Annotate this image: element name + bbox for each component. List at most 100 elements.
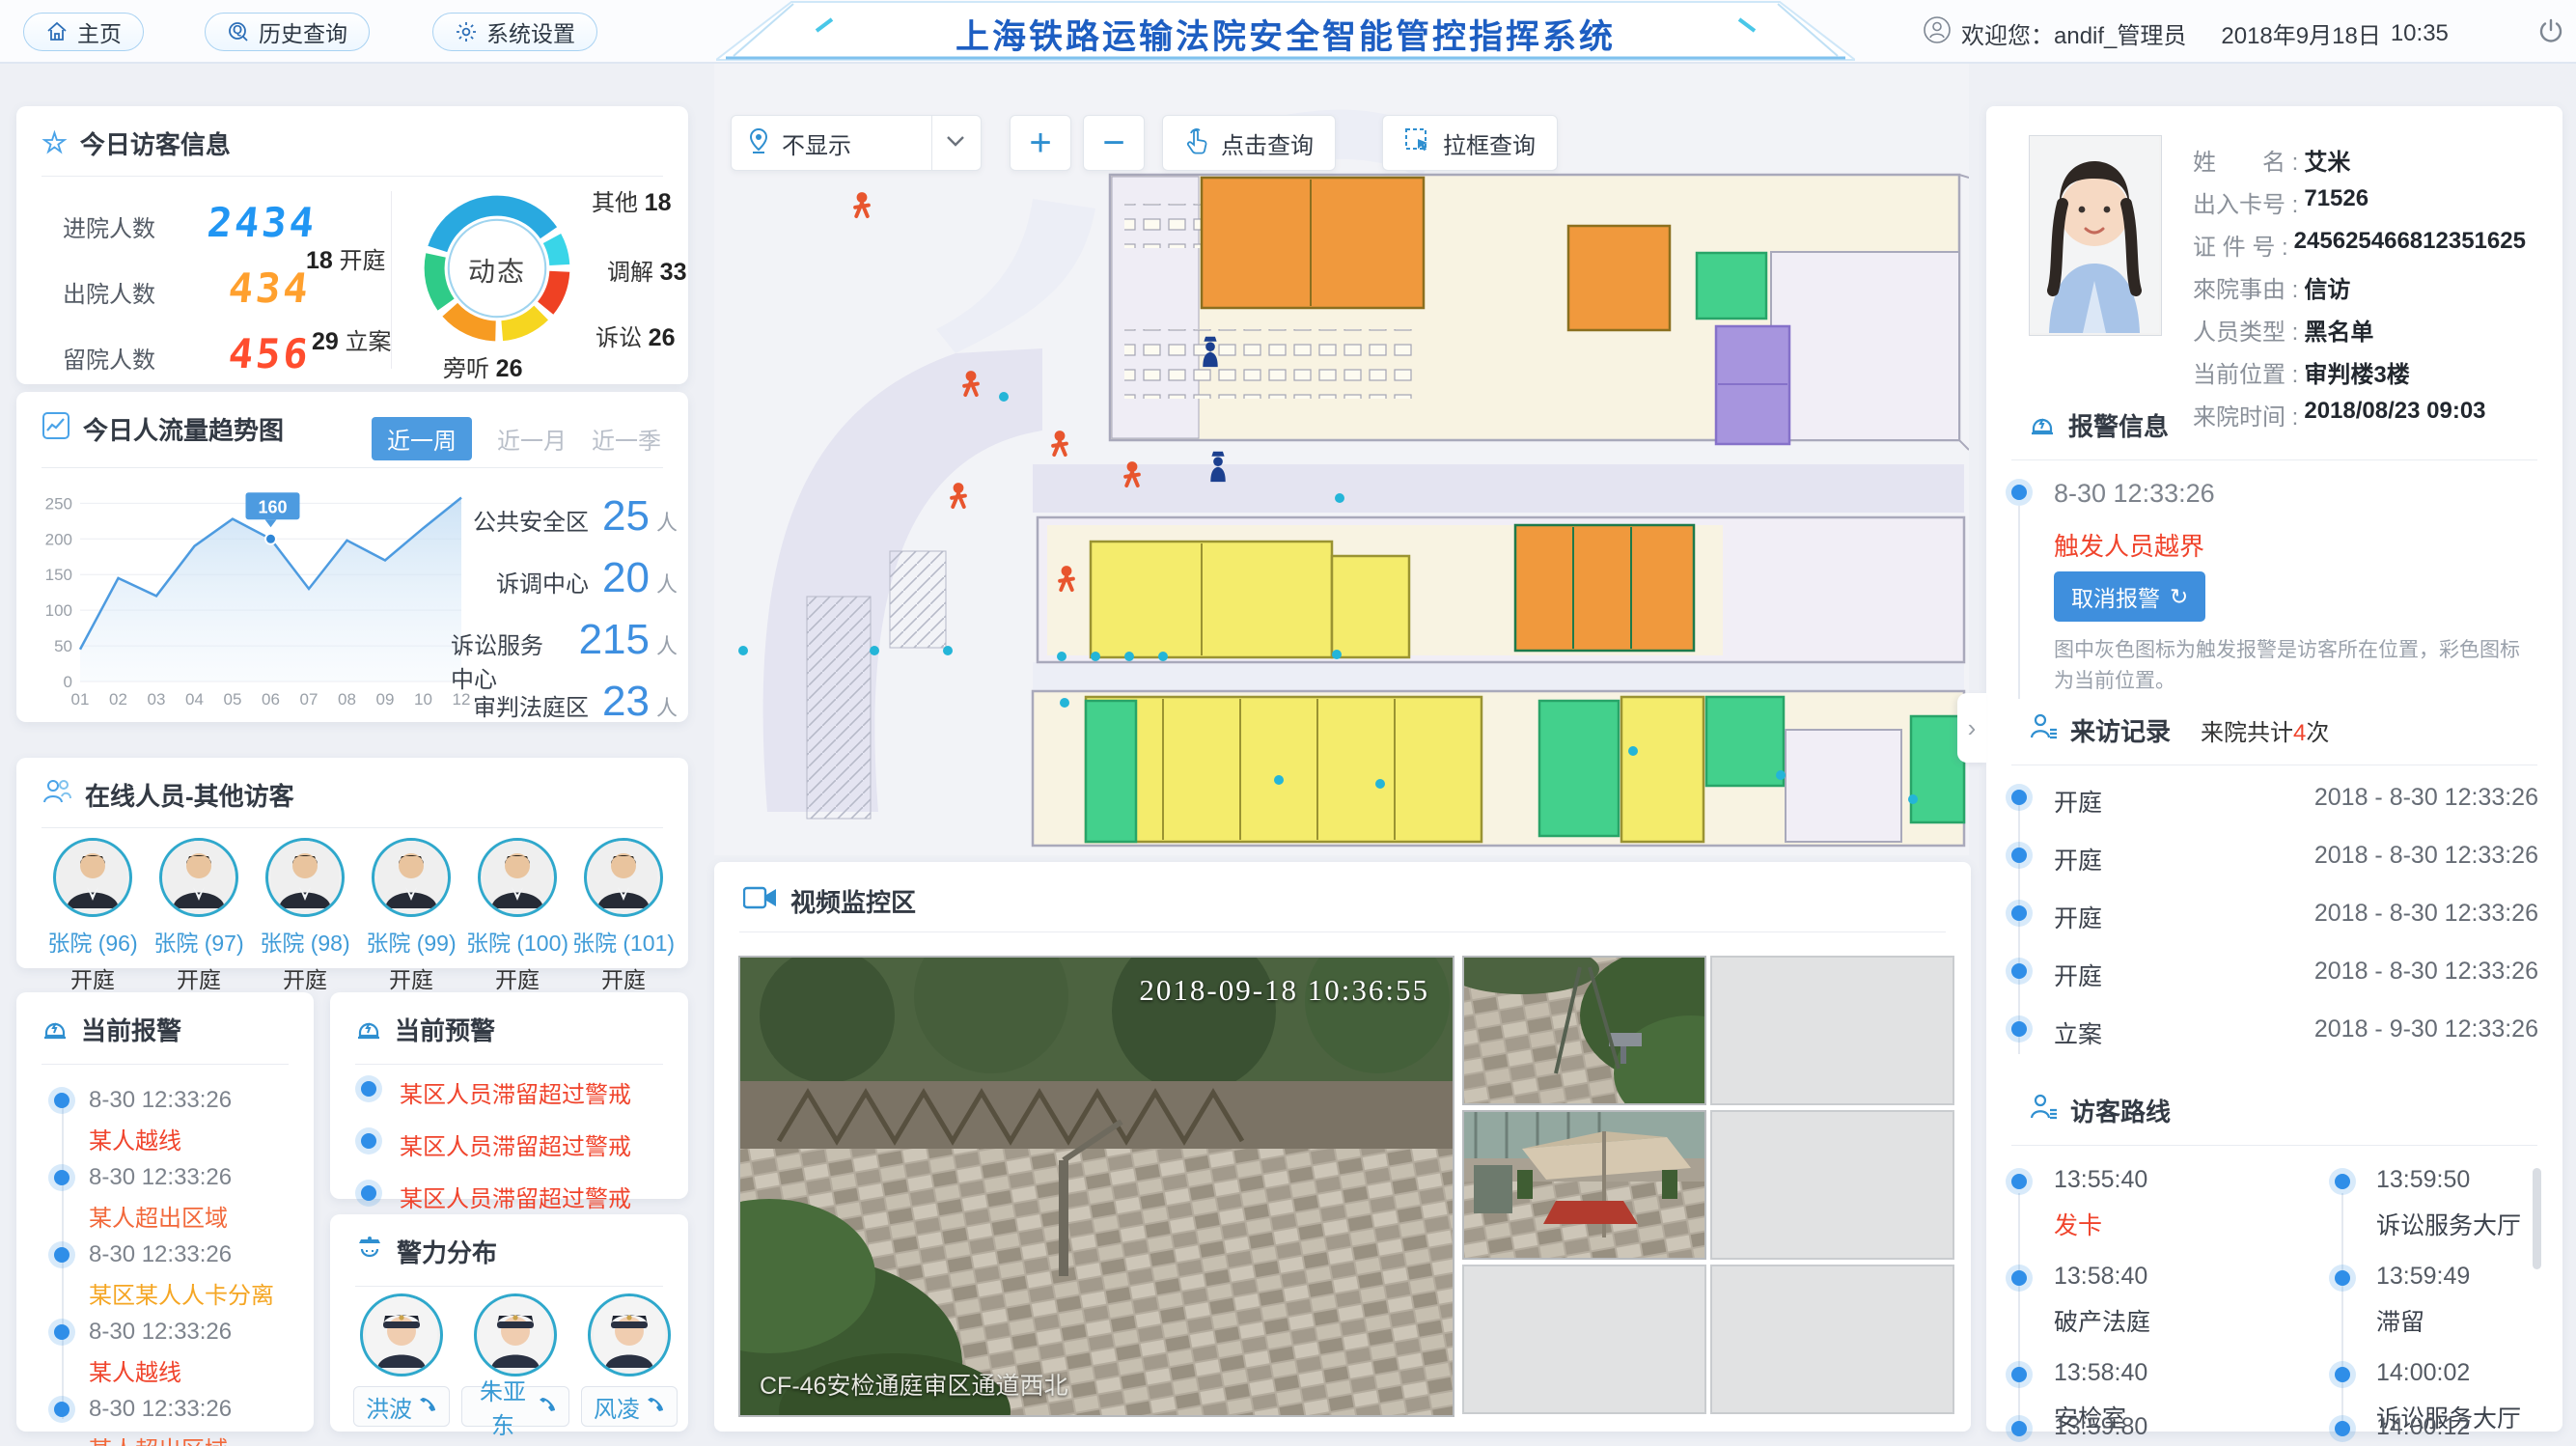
svg-text:0: 0: [64, 673, 72, 691]
video-slot-empty[interactable]: [1710, 1265, 1954, 1414]
visitor-donut-chart[interactable]: 动态: [410, 181, 584, 355]
warning-item: 某区人员滞留超过警戒: [400, 1134, 631, 1160]
nav-home-label: 主页: [77, 21, 122, 46]
hand-click-icon: [1184, 127, 1209, 159]
tab-last-month[interactable]: 近一月: [497, 422, 567, 456]
video-slot-empty[interactable]: [1710, 1110, 1954, 1260]
cancel-alarm-button[interactable]: 取消报警 ↻: [2054, 571, 2206, 622]
nav-home-button[interactable]: 主页: [23, 13, 144, 51]
officer-call-chip[interactable]: 风凌: [581, 1386, 678, 1427]
alarm-info-text: 触发人员越界: [2054, 532, 2205, 561]
stat-stay: 留院人数 456: [63, 330, 314, 377]
chevron-down-icon: [946, 134, 965, 153]
phone-icon: [648, 1393, 665, 1420]
svg-text:02: 02: [109, 690, 127, 709]
stat-out-value: 434: [226, 264, 314, 312]
svg-text:200: 200: [45, 530, 72, 548]
user-icon: [1923, 15, 1952, 51]
nav-settings-button[interactable]: 系统设置: [432, 13, 597, 51]
tab-last-quarter[interactable]: 近一季: [592, 422, 661, 456]
home-icon: [45, 20, 69, 43]
box-query-label: 拉框查询: [1443, 132, 1536, 159]
siren-icon: [42, 1012, 69, 1047]
nav-settings-label: 系统设置: [486, 21, 575, 46]
officer[interactable]: 风凌: [575, 1293, 683, 1427]
svg-text:250: 250: [45, 494, 72, 513]
video-feed-main[interactable]: 2018-09-18 10:36:55 CF-46安检通庭审区通道西北: [738, 956, 1454, 1417]
svg-text:10: 10: [414, 690, 432, 709]
current-date: 2018年9月18日: [2221, 23, 2381, 49]
traffic-line-chart[interactable]: 0 50 100 150 200 250 01 02 03 04 05 06 07 08 09 10 12 160: [34, 481, 473, 717]
power-button[interactable]: [2536, 17, 2565, 51]
history-search-icon: Q: [227, 20, 250, 43]
field-id: 证 件 号 :245625466812351625: [2193, 228, 2526, 261]
officer-call-chip[interactable]: 朱亚东: [461, 1379, 569, 1439]
online-person[interactable]: 张院 (101) 开庭: [569, 838, 678, 994]
click-query-button[interactable]: 点击查询: [1162, 115, 1336, 171]
video-feed-3[interactable]: [1462, 1110, 1706, 1260]
online-person[interactable]: 张院 (98) 开庭: [251, 838, 359, 994]
map-layer-dropdown[interactable]: 不显示: [731, 115, 982, 171]
video-camera-icon: [742, 885, 778, 917]
route-header: 访客路线: [2029, 1093, 2171, 1128]
zoom-out-button[interactable]: −: [1083, 115, 1145, 171]
person-list-icon: [2029, 712, 2058, 748]
alarm-info-note: 图中灰色图标为触发报警是访客所在位置，彩色图标为当前位置。: [2054, 639, 2520, 692]
trend-title: 今日人流量趋势图: [83, 416, 285, 445]
alarm-info-time: 8-30 12:33:26: [2054, 479, 2215, 508]
donut-label-tiaojie: 调解 33: [607, 259, 687, 286]
donut-center-label: 动态: [468, 257, 527, 287]
zoom-in-button[interactable]: +: [1010, 115, 1071, 171]
stat-out: 出院人数 434: [63, 264, 314, 312]
officer[interactable]: 洪波: [347, 1293, 456, 1427]
svg-text:08: 08: [338, 690, 356, 709]
online-person[interactable]: 张院 (96) 开庭: [39, 838, 147, 994]
tab-last-week[interactable]: 近一周: [372, 417, 472, 460]
route-scrollbar[interactable]: [2533, 1168, 2541, 1269]
layer-select-value: 不显示: [782, 132, 851, 159]
online-person[interactable]: 张院 (99) 开庭: [357, 838, 465, 994]
click-query-label: 点击查询: [1221, 132, 1314, 159]
location-pin-icon: [747, 127, 770, 159]
title-banner: 上海铁路运输法院安全智能管控指挥系统: [716, 0, 1855, 62]
area-row-public: 公共安全区 25 人: [473, 492, 678, 540]
stat-in: 进院人数 2434: [63, 199, 319, 246]
svg-text:05: 05: [224, 690, 242, 709]
svg-text:09: 09: [376, 690, 395, 709]
police-icon: [355, 1234, 384, 1269]
donut-label-lian: 29 立案: [312, 328, 392, 355]
nav-history-button[interactable]: Q 历史查询: [205, 13, 370, 51]
police-title: 警力分布: [397, 1238, 498, 1267]
svg-text:160: 160: [258, 497, 287, 516]
people-icon: [42, 777, 72, 813]
box-query-button[interactable]: 拉框查询: [1382, 115, 1558, 171]
donut-label-qita: 其他 18: [592, 189, 672, 216]
donut-label-kaiting: 18 开庭: [306, 247, 386, 274]
nav-history-label: 历史查询: [259, 21, 347, 46]
panel-collapse-handle[interactable]: ›: [1957, 693, 1986, 763]
visitor-info-title: 今日访客信息: [79, 130, 231, 159]
video-feed-2[interactable]: [1462, 956, 1706, 1105]
person-route-icon: [2029, 1093, 2058, 1128]
line-chart-icon: [42, 411, 70, 447]
svg-text:150: 150: [45, 566, 72, 584]
officer[interactable]: 朱亚东: [461, 1293, 569, 1439]
officer-call-chip[interactable]: 洪波: [353, 1386, 450, 1427]
video-slot-empty[interactable]: [1462, 1265, 1706, 1414]
donut-label-susong: 诉讼 26: [596, 324, 676, 351]
floor-plan-map[interactable]: [714, 64, 1970, 855]
alarm-title: 当前报警: [81, 1016, 182, 1045]
online-person[interactable]: 张院 (100) 开庭: [463, 838, 571, 994]
top-bar: 主页 Q 历史查询 系统设置 上海铁路运输法院安全智能管控指挥系统 欢迎您：an…: [0, 0, 2576, 64]
area-row-court: 审判法庭区 23 人: [473, 678, 678, 725]
phone-icon: [540, 1393, 557, 1420]
online-title: 在线人员-其他访客: [85, 782, 294, 811]
phone-icon: [420, 1393, 437, 1420]
video-title: 视频监控区: [790, 888, 917, 917]
current-warning-card: 当前预警 某区人员滞留超过警戒 某区人员滞留超过警戒 某区人员滞留超过警戒: [330, 992, 688, 1212]
online-person[interactable]: 张院 (97) 开庭: [145, 838, 253, 994]
box-select-icon: [1404, 127, 1431, 159]
video-slot-empty[interactable]: [1710, 956, 1954, 1105]
trend-card: 今日人流量趋势图 近一周 近一月 近一季 0 50 100 150 200 250 01 02…: [16, 392, 688, 725]
avatar: [53, 838, 132, 917]
